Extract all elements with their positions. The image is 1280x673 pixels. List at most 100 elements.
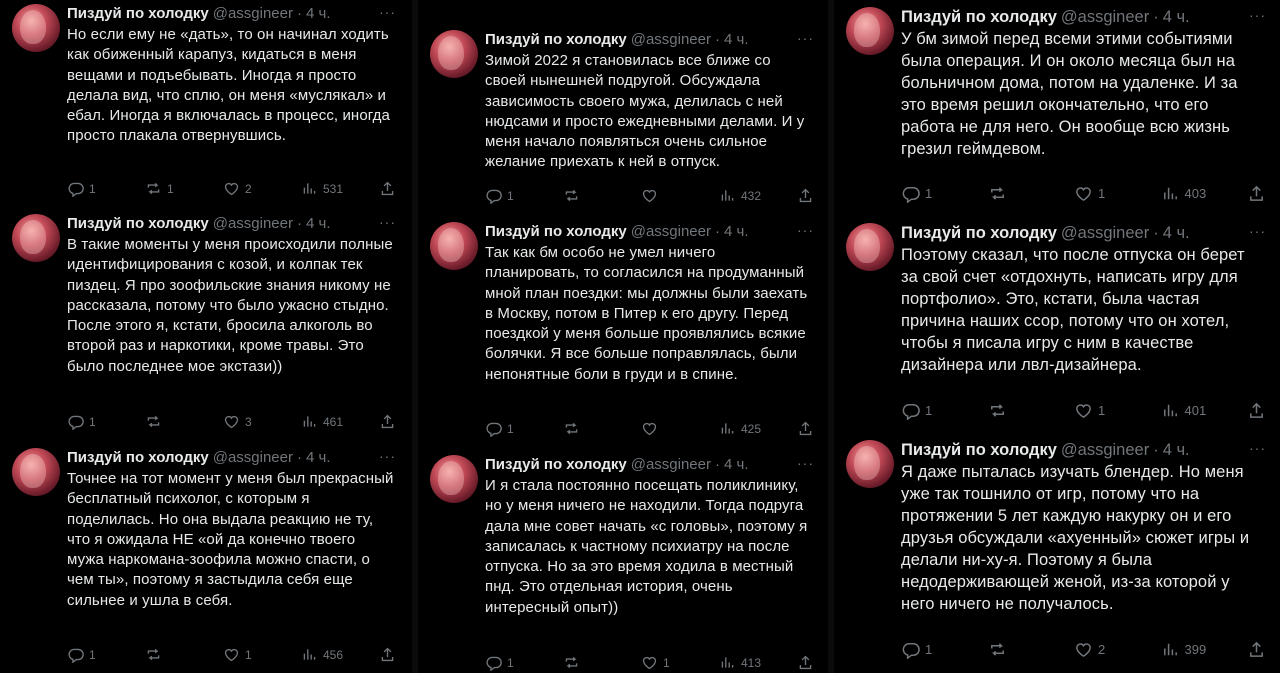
views-button[interactable]: 399	[1161, 640, 1211, 659]
author-handle[interactable]: @assgineer	[213, 448, 293, 468]
views-button[interactable]: 413	[719, 654, 769, 671]
reply-count: 1	[89, 181, 96, 196]
more-options-icon[interactable]: ···	[379, 4, 396, 20]
share-icon	[1250, 641, 1263, 657]
like-button[interactable]	[641, 420, 691, 437]
share-button[interactable]	[379, 646, 396, 663]
views-button[interactable]: 401	[1161, 401, 1211, 420]
reply-button[interactable]: 1	[485, 654, 535, 671]
views-button[interactable]: 403	[1161, 184, 1211, 203]
avatar[interactable]	[846, 223, 894, 271]
views-button[interactable]: 425	[719, 420, 769, 437]
avatar[interactable]	[430, 222, 478, 270]
tweet-body: Пиздуй по холодку @assgineer · 4 ч. ··· И я с…	[485, 455, 814, 618]
tweet-time[interactable]: 4 ч.	[306, 4, 331, 24]
reply-button[interactable]: 1	[901, 640, 951, 659]
author-name[interactable]: Пиздуй по холодку	[485, 222, 627, 242]
more-options-icon[interactable]: ···	[1249, 223, 1266, 239]
retweet-button[interactable]	[145, 646, 195, 663]
reply-icon	[486, 189, 502, 204]
author-handle[interactable]: @assgineer	[631, 30, 711, 50]
views-button[interactable]: 531	[301, 180, 351, 197]
like-button[interactable]	[641, 187, 691, 204]
author-handle[interactable]: @assgineer	[631, 222, 711, 242]
retweet-button[interactable]	[988, 640, 1038, 659]
avatar[interactable]	[430, 30, 478, 78]
reply-button[interactable]: 1	[485, 187, 535, 204]
share-button[interactable]	[797, 420, 814, 437]
reply-button[interactable]: 1	[901, 401, 951, 420]
views-count: 403	[1184, 186, 1207, 201]
more-options-icon[interactable]: ···	[379, 214, 396, 230]
author-handle[interactable]: @assgineer	[631, 455, 711, 475]
more-options-icon[interactable]: ···	[1249, 440, 1266, 456]
tweet-actions: 1 1 2 531	[67, 180, 396, 197]
tweet-time[interactable]: 4 ч.	[1163, 223, 1190, 243]
views-button[interactable]: 432	[719, 187, 769, 204]
retweet-button[interactable]: 1	[145, 180, 195, 197]
tweet-time[interactable]: 4 ч.	[724, 30, 749, 50]
like-button[interactable]: 2	[1074, 640, 1124, 659]
reply-button[interactable]: 1	[901, 184, 951, 203]
tweet-time[interactable]: 4 ч.	[724, 222, 749, 242]
tweet-time[interactable]: 4 ч.	[724, 455, 749, 475]
author-name[interactable]: Пиздуй по холодку	[901, 440, 1057, 460]
share-button[interactable]	[1247, 184, 1266, 203]
author-handle[interactable]: @assgineer	[213, 4, 293, 24]
views-button[interactable]: 461	[301, 413, 351, 430]
more-options-icon[interactable]: ···	[797, 30, 814, 46]
like-button[interactable]: 1	[223, 646, 273, 663]
retweet-button[interactable]	[988, 184, 1038, 203]
more-options-icon[interactable]: ···	[379, 448, 396, 464]
retweet-button[interactable]	[563, 420, 613, 437]
tweet-time[interactable]: 4 ч.	[1163, 440, 1190, 460]
retweet-button[interactable]	[563, 654, 613, 671]
avatar[interactable]	[430, 455, 478, 503]
share-button[interactable]	[379, 180, 396, 197]
avatar[interactable]	[12, 4, 60, 52]
more-options-icon[interactable]: ···	[797, 222, 814, 238]
author-handle[interactable]: @assgineer	[1061, 7, 1149, 27]
author-name[interactable]: Пиздуй по холодку	[67, 448, 209, 468]
more-options-icon[interactable]: ···	[1249, 7, 1266, 23]
share-button[interactable]	[379, 413, 396, 430]
tweet-header: Пиздуй по холодку @assgineer · 4 ч.	[901, 440, 1266, 460]
like-button[interactable]: 3	[223, 413, 273, 430]
author-handle[interactable]: @assgineer	[213, 214, 293, 234]
share-button[interactable]	[797, 654, 814, 671]
retweet-button[interactable]	[145, 413, 195, 430]
reply-button[interactable]: 1	[67, 180, 117, 197]
share-button[interactable]	[1247, 401, 1266, 420]
author-name[interactable]: Пиздуй по холодку	[67, 4, 209, 24]
share-button[interactable]	[1247, 640, 1266, 659]
avatar[interactable]	[12, 214, 60, 262]
like-button[interactable]: 1	[1074, 401, 1124, 420]
like-button[interactable]: 1	[1074, 184, 1124, 203]
author-name[interactable]: Пиздуй по холодку	[485, 455, 627, 475]
author-name[interactable]: Пиздуй по холодку	[485, 30, 627, 50]
author-handle[interactable]: @assgineer	[1061, 223, 1149, 243]
tweet-body: Пиздуй по холодку @assgineer · 4 ч. ··· У бм …	[901, 7, 1266, 160]
like-button[interactable]: 1	[641, 654, 691, 671]
retweet-button[interactable]	[988, 401, 1038, 420]
author-name[interactable]: Пиздуй по холодку	[901, 7, 1057, 27]
author-name[interactable]: Пиздуй по холодку	[67, 214, 209, 234]
retweet-button[interactable]	[563, 187, 613, 204]
avatar[interactable]	[846, 440, 894, 488]
tweet-time[interactable]: 4 ч.	[306, 214, 331, 234]
more-options-icon[interactable]: ···	[797, 455, 814, 471]
reply-button[interactable]: 1	[67, 646, 117, 663]
avatar[interactable]	[12, 448, 60, 496]
like-button[interactable]: 2	[223, 180, 273, 197]
views-button[interactable]: 456	[301, 646, 351, 663]
reply-button[interactable]: 1	[485, 420, 535, 437]
reply-count: 1	[507, 655, 514, 670]
author-handle[interactable]: @assgineer	[1061, 440, 1149, 460]
tweet-time[interactable]: 4 ч.	[306, 448, 331, 468]
tweet-time[interactable]: 4 ч.	[1163, 7, 1190, 27]
reply-button[interactable]: 1	[67, 413, 117, 430]
share-button[interactable]	[797, 187, 814, 204]
views-count: 401	[1184, 403, 1207, 418]
avatar[interactable]	[846, 7, 894, 55]
author-name[interactable]: Пиздуй по холодку	[901, 223, 1057, 243]
